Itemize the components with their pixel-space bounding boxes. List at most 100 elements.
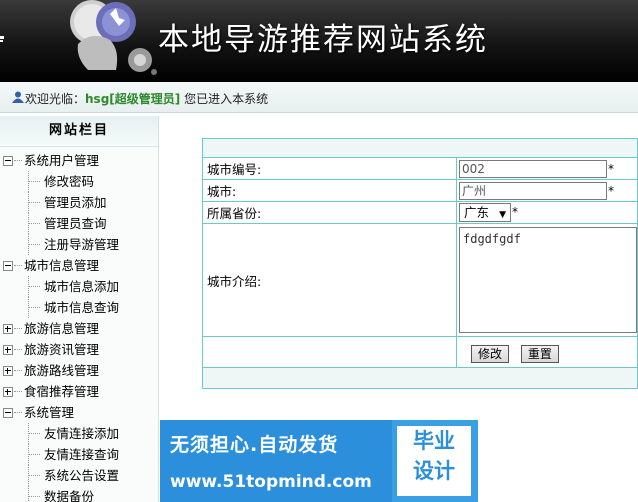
tree-connector bbox=[28, 433, 40, 434]
sidebar-item[interactable]: 系统公告设置 bbox=[0, 465, 158, 486]
tree-connector bbox=[28, 202, 40, 203]
sidebar-item-label: 旅游信息管理 bbox=[24, 321, 100, 336]
sidebar-item-label: 系统公告设置 bbox=[44, 468, 120, 483]
tree-connector bbox=[28, 181, 40, 182]
required-mark: * bbox=[608, 184, 614, 198]
ad-badge: 毕业 设计 bbox=[397, 426, 471, 496]
tree-connector bbox=[28, 307, 40, 308]
expand-icon[interactable] bbox=[3, 324, 13, 334]
intro-textarea[interactable]: fdgdfgdf bbox=[459, 227, 637, 333]
welcome-prefix: 欢迎光临： bbox=[25, 92, 86, 106]
welcome-bar: 欢迎光临：hsg[超级管理员] 您已进入本系统 bbox=[0, 82, 638, 113]
ad-banner[interactable]: 无须担心.自动发货 www.51topmind.com 毕业 设计 bbox=[160, 420, 478, 502]
required-mark: * bbox=[608, 161, 614, 176]
sidebar-item-label: 管理员添加 bbox=[44, 195, 107, 210]
sidebar-item[interactable]: 管理员添加 bbox=[0, 192, 158, 213]
city-edit-form: 城市编号: * 城市: * 所属省份: 广东 ▼ * 城市介绍: fdgdfgd… bbox=[202, 138, 638, 389]
tree-connector bbox=[28, 286, 40, 287]
ad-url: www.51topmind.com bbox=[170, 472, 372, 492]
tree-connector bbox=[14, 328, 22, 329]
sidebar-item[interactable]: 友情连接添加 bbox=[0, 423, 158, 444]
tree-connector bbox=[14, 349, 22, 350]
sidebar-item-label: 旅游资讯管理 bbox=[24, 342, 100, 357]
sidebar-item[interactable]: 管理员查询 bbox=[0, 213, 158, 234]
sidebar-group[interactable]: 旅游信息管理 bbox=[0, 318, 158, 339]
sidebar-item-label: 注册导游管理 bbox=[44, 237, 120, 252]
sidebar-item[interactable]: 友情连接查询 bbox=[0, 444, 158, 465]
ad-slogan: 无须担心.自动发货 bbox=[170, 434, 339, 456]
site-title: 本地导游推荐网站系统 bbox=[158, 22, 488, 58]
tree-connector bbox=[28, 244, 40, 245]
logo-icon bbox=[70, 0, 157, 75]
tree-connector bbox=[14, 391, 22, 392]
sidebar-group[interactable]: 食宿推荐管理 bbox=[0, 381, 158, 402]
tree-connector bbox=[28, 486, 29, 502]
sidebar-item-label: 城市信息查询 bbox=[44, 300, 120, 315]
sidebar-tree: 系统用户管理修改密码管理员添加管理员查询注册导游管理城市信息管理城市信息添加 城市… bbox=[0, 147, 158, 502]
submit-button[interactable]: 修改 bbox=[471, 345, 510, 363]
sidebar-item-label: 城市信息管理 bbox=[24, 258, 100, 273]
tree-connector bbox=[28, 475, 40, 476]
sidebar-item-label: 旅游路线管理 bbox=[24, 363, 100, 378]
tree-connector bbox=[14, 370, 22, 371]
intro-label: 城市介绍: bbox=[202, 223, 457, 337]
sidebar-item[interactable]: 注册导游管理 bbox=[0, 234, 158, 255]
tree-connector bbox=[14, 265, 22, 266]
city-label: 城市: bbox=[202, 179, 457, 202]
city-input[interactable] bbox=[459, 181, 607, 200]
sidebar-item-label: 管理员查询 bbox=[44, 216, 107, 231]
expand-icon[interactable] bbox=[3, 366, 13, 376]
header-banner: 本地导游推荐网站系统 bbox=[0, 0, 638, 82]
sidebar-item[interactable]: 修改密码 bbox=[0, 171, 158, 192]
tree-connector bbox=[28, 223, 40, 224]
tree-connector bbox=[28, 454, 40, 455]
province-select[interactable]: 广东 ▼ bbox=[459, 203, 511, 222]
sidebar-group[interactable]: 系统管理 bbox=[0, 402, 158, 423]
sidebar-item-label: 系统管理 bbox=[24, 405, 75, 420]
welcome-text: 欢迎光临：hsg[超级管理员] 您已进入本系统 bbox=[25, 90, 268, 107]
tree-connector bbox=[14, 160, 22, 161]
user-icon bbox=[12, 91, 24, 103]
sidebar-item-label: 食宿推荐管理 bbox=[24, 384, 100, 399]
expand-icon[interactable] bbox=[3, 345, 13, 355]
sidebar-title: 网站栏目 bbox=[0, 116, 158, 147]
province-selected-value: 广东 bbox=[464, 205, 490, 220]
welcome-suffix: 您已进入本系统 bbox=[180, 92, 269, 106]
form-row-city-code: 城市编号: * bbox=[202, 157, 638, 180]
sidebar-group[interactable]: 旅游路线管理 bbox=[0, 360, 158, 381]
form-row-province: 所属省份: 广东 ▼ * bbox=[202, 201, 638, 224]
sidebar-group[interactable]: 城市信息管理 bbox=[0, 255, 158, 276]
sidebar-item-label: 修改密码 bbox=[44, 174, 95, 189]
reset-button[interactable]: 重置 bbox=[520, 345, 559, 363]
city-code-label: 城市编号: bbox=[202, 157, 457, 180]
sidebar-item[interactable]: 城市信息查询 bbox=[0, 297, 158, 318]
required-mark: * bbox=[512, 205, 518, 219]
sidebar-item-label: 数据备份 bbox=[44, 489, 95, 502]
form-header-row bbox=[202, 138, 638, 158]
collapse-icon[interactable] bbox=[3, 261, 13, 271]
sidebar-group[interactable]: 旅游资讯管理 bbox=[0, 339, 158, 360]
province-label: 所属省份: bbox=[202, 201, 457, 224]
sidebar-item-label: 友情连接添加 bbox=[44, 426, 120, 441]
ad-text-panel: 无须担心.自动发货 www.51topmind.com bbox=[160, 420, 392, 502]
sidebar-group[interactable]: 系统用户管理 bbox=[0, 150, 158, 171]
form-row-actions: 修改 重置 bbox=[202, 336, 638, 368]
form-row-city: 城市: * bbox=[202, 179, 638, 202]
city-code-input[interactable] bbox=[459, 159, 607, 178]
form-footer-row bbox=[202, 367, 638, 389]
sidebar-item-label: 友情连接查询 bbox=[44, 447, 120, 462]
form-row-intro: 城市介绍: fdgdfgdf bbox=[202, 223, 638, 337]
header-edge-mark bbox=[0, 36, 4, 42]
expand-icon[interactable] bbox=[3, 387, 13, 397]
current-username: hsg[超级管理员] bbox=[85, 92, 181, 106]
sidebar-item-label: 城市信息添加 bbox=[44, 279, 120, 294]
tree-connector bbox=[14, 412, 22, 413]
sidebar-item-label: 系统用户管理 bbox=[24, 153, 100, 168]
tree-connector bbox=[28, 496, 40, 497]
collapse-icon[interactable] bbox=[3, 156, 13, 166]
ad-badge-line1: 毕业 bbox=[413, 429, 455, 453]
collapse-icon[interactable] bbox=[3, 408, 13, 418]
ad-badge-line2: 设计 bbox=[413, 459, 455, 483]
sidebar-item[interactable]: 城市信息添加 bbox=[0, 276, 158, 297]
sidebar-item[interactable]: 数据备份 bbox=[0, 486, 158, 502]
